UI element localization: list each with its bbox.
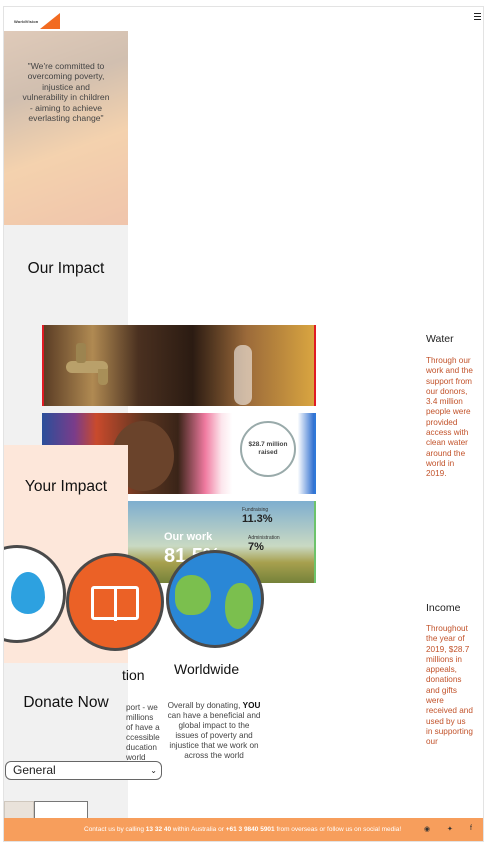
footer: Contact us by calling 13 32 40 within Au…	[4, 818, 483, 841]
our-work-text: Our work	[164, 531, 213, 543]
logo-text: WorldVision	[14, 19, 39, 24]
education-text: port - we millions of have a ccessible d…	[126, 703, 160, 762]
fund-select[interactable]: General ⌄	[5, 761, 162, 780]
hero-image: "We're committed to overcoming poverty, …	[4, 31, 128, 225]
worldwide-text: Overall by donating, YOU can have a bene…	[167, 701, 261, 760]
globe-icon[interactable]	[166, 550, 264, 648]
world-vision-logo[interactable]: WorldVision	[14, 13, 60, 31]
your-impact-heading: Your Impact	[24, 478, 108, 495]
worldwide-label: Worldwide	[174, 661, 240, 677]
fundraising-stat: Fundraising 11.3%	[242, 507, 273, 525]
logo-mark-icon	[40, 13, 60, 29]
income-text: Throughout the year of 2019, $28.7 milli…	[426, 624, 473, 747]
fund-select-value: General	[13, 763, 56, 777]
donate-now-heading: Donate Now	[23, 694, 109, 711]
raised-badge: $28.7 million raised	[240, 421, 296, 477]
book-icon[interactable]	[66, 553, 164, 651]
hamburger-icon[interactable]	[474, 13, 481, 21]
page: WorldVision "We're committed to overcomi…	[3, 6, 484, 842]
water-title: Water	[426, 333, 454, 345]
admin-stat: Administration 7%	[248, 535, 280, 553]
hero-quote: "We're committed to overcoming poverty, …	[22, 61, 110, 124]
our-impact-heading: Our Impact	[27, 260, 105, 277]
instagram-icon[interactable]: ◉	[424, 825, 430, 833]
water-tap-icon	[66, 339, 112, 387]
income-title: Income	[426, 602, 461, 614]
chevron-down-icon: ⌄	[150, 766, 157, 775]
education-label: tion	[122, 667, 145, 683]
footer-contact-text: Contact us by calling 13 32 40 within Au…	[84, 826, 402, 833]
water-text: Through our work and the support from ou…	[426, 356, 473, 479]
water-photo	[42, 325, 316, 406]
facebook-icon[interactable]: f	[470, 825, 472, 832]
twitter-icon[interactable]: ✦	[447, 825, 453, 833]
